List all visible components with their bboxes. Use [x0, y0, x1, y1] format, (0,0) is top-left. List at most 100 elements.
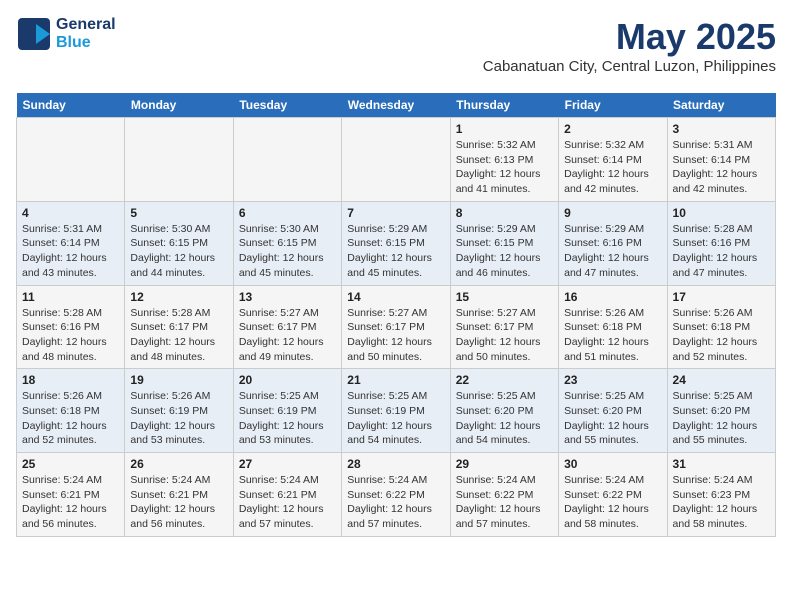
- day-cell: 12 Sunrise: 5:28 AM Sunset: 6:17 PM Dayli…: [125, 285, 233, 369]
- header-saturday: Saturday: [667, 93, 775, 118]
- day-cell: 24Sunrise: 5:25 AM Sunset: 6:20 PM Dayli…: [667, 369, 775, 453]
- day-number: 21: [347, 373, 444, 387]
- calendar-subtitle: Cabanatuan City, Central Luzon, Philippi…: [483, 58, 776, 75]
- day-info: Sunrise: 5:27 AM Sunset: 6:17 PM Dayligh…: [456, 306, 553, 365]
- day-number: 2: [564, 122, 661, 136]
- day-cell: 6 Sunrise: 5:30 AM Sunset: 6:15 PM Daylig…: [233, 201, 341, 285]
- day-number: 5: [130, 206, 227, 220]
- week-row-2: 4 Sunrise: 5:31 AM Sunset: 6:14 PM Daylig…: [17, 201, 776, 285]
- day-cell: 29 Sunrise: 5:24 AM Sunset: 6:22 PM Dayli…: [450, 453, 558, 537]
- day-info: Sunrise: 5:32 AM Sunset: 6:13 PM Dayligh…: [456, 138, 553, 197]
- day-info: Sunrise: 5:25 AM Sunset: 6:20 PM Dayligh…: [564, 389, 661, 448]
- day-cell: 4 Sunrise: 5:31 AM Sunset: 6:14 PM Daylig…: [17, 201, 125, 285]
- day-info: Sunrise: 5:26 AM Sunset: 6:18 PM Dayligh…: [673, 306, 770, 365]
- day-info: Sunrise: 5:26 AM Sunset: 6:19 PM Dayligh…: [130, 389, 227, 448]
- day-number: 11: [22, 290, 119, 304]
- day-info: Sunrise: 5:28 AM Sunset: 6:16 PM Dayligh…: [22, 306, 119, 365]
- day-cell: 1 Sunrise: 5:32 AM Sunset: 6:13 PM Daylig…: [450, 118, 558, 202]
- calendar-title: May 2025: [483, 16, 776, 58]
- day-info: Sunrise: 5:30 AM Sunset: 6:15 PM Dayligh…: [130, 222, 227, 281]
- day-number: 25: [22, 457, 119, 471]
- header-wednesday: Wednesday: [342, 93, 450, 118]
- day-info: Sunrise: 5:31 AM Sunset: 6:14 PM Dayligh…: [22, 222, 119, 281]
- day-info: Sunrise: 5:26 AM Sunset: 6:18 PM Dayligh…: [564, 306, 661, 365]
- logo: General Blue: [16, 16, 116, 52]
- day-number: 27: [239, 457, 336, 471]
- day-info: Sunrise: 5:25 AM Sunset: 6:19 PM Dayligh…: [239, 389, 336, 448]
- day-info: Sunrise: 5:24 AM Sunset: 6:22 PM Dayligh…: [564, 473, 661, 532]
- calendar-body: 1 Sunrise: 5:32 AM Sunset: 6:13 PM Daylig…: [17, 118, 776, 537]
- day-cell: 3Sunrise: 5:31 AM Sunset: 6:14 PM Daylig…: [667, 118, 775, 202]
- day-cell: [125, 118, 233, 202]
- day-number: 4: [22, 206, 119, 220]
- day-number: 13: [239, 290, 336, 304]
- day-cell: 18 Sunrise: 5:26 AM Sunset: 6:18 PM Dayli…: [17, 369, 125, 453]
- day-cell: 22Sunrise: 5:25 AM Sunset: 6:20 PM Dayli…: [450, 369, 558, 453]
- day-cell: [17, 118, 125, 202]
- day-number: 19: [130, 373, 227, 387]
- day-cell: 11 Sunrise: 5:28 AM Sunset: 6:16 PM Dayli…: [17, 285, 125, 369]
- day-cell: 10Sunrise: 5:28 AM Sunset: 6:16 PM Dayli…: [667, 201, 775, 285]
- day-cell: 19 Sunrise: 5:26 AM Sunset: 6:19 PM Dayli…: [125, 369, 233, 453]
- day-info: Sunrise: 5:28 AM Sunset: 6:16 PM Dayligh…: [673, 222, 770, 281]
- day-info: Sunrise: 5:24 AM Sunset: 6:21 PM Dayligh…: [22, 473, 119, 532]
- day-cell: 5 Sunrise: 5:30 AM Sunset: 6:15 PM Daylig…: [125, 201, 233, 285]
- day-cell: 7 Sunrise: 5:29 AM Sunset: 6:15 PM Daylig…: [342, 201, 450, 285]
- day-info: Sunrise: 5:28 AM Sunset: 6:17 PM Dayligh…: [130, 306, 227, 365]
- day-info: Sunrise: 5:24 AM Sunset: 6:22 PM Dayligh…: [456, 473, 553, 532]
- day-number: 8: [456, 206, 553, 220]
- week-row-3: 11 Sunrise: 5:28 AM Sunset: 6:16 PM Dayli…: [17, 285, 776, 369]
- day-cell: [342, 118, 450, 202]
- day-number: 7: [347, 206, 444, 220]
- day-number: 1: [456, 122, 553, 136]
- day-number: 22: [456, 373, 553, 387]
- day-cell: 27 Sunrise: 5:24 AM Sunset: 6:21 PM Dayli…: [233, 453, 341, 537]
- day-info: Sunrise: 5:24 AM Sunset: 6:22 PM Dayligh…: [347, 473, 444, 532]
- week-row-4: 18 Sunrise: 5:26 AM Sunset: 6:18 PM Dayli…: [17, 369, 776, 453]
- day-info: Sunrise: 5:30 AM Sunset: 6:15 PM Dayligh…: [239, 222, 336, 281]
- header-friday: Friday: [559, 93, 667, 118]
- day-cell: [233, 118, 341, 202]
- day-number: 23: [564, 373, 661, 387]
- day-number: 12: [130, 290, 227, 304]
- day-cell: 31Sunrise: 5:24 AM Sunset: 6:23 PM Dayli…: [667, 453, 775, 537]
- day-cell: 30 Sunrise: 5:24 AM Sunset: 6:22 PM Dayli…: [559, 453, 667, 537]
- day-cell: 26 Sunrise: 5:24 AM Sunset: 6:21 PM Dayli…: [125, 453, 233, 537]
- day-number: 31: [673, 457, 770, 471]
- week-row-5: 25 Sunrise: 5:24 AM Sunset: 6:21 PM Dayli…: [17, 453, 776, 537]
- day-info: Sunrise: 5:27 AM Sunset: 6:17 PM Dayligh…: [239, 306, 336, 365]
- day-cell: 25 Sunrise: 5:24 AM Sunset: 6:21 PM Dayli…: [17, 453, 125, 537]
- day-info: Sunrise: 5:26 AM Sunset: 6:18 PM Dayligh…: [22, 389, 119, 448]
- logo-icon: [16, 16, 52, 52]
- day-info: Sunrise: 5:24 AM Sunset: 6:21 PM Dayligh…: [130, 473, 227, 532]
- day-number: 26: [130, 457, 227, 471]
- header-sunday: Sunday: [17, 93, 125, 118]
- calendar-header: SundayMondayTuesdayWednesdayThursdayFrid…: [17, 93, 776, 118]
- day-info: Sunrise: 5:25 AM Sunset: 6:19 PM Dayligh…: [347, 389, 444, 448]
- day-number: 24: [673, 373, 770, 387]
- day-number: 18: [22, 373, 119, 387]
- day-number: 6: [239, 206, 336, 220]
- week-row-1: 1 Sunrise: 5:32 AM Sunset: 6:13 PM Daylig…: [17, 118, 776, 202]
- day-cell: 28Sunrise: 5:24 AM Sunset: 6:22 PM Dayli…: [342, 453, 450, 537]
- day-number: 30: [564, 457, 661, 471]
- day-cell: 16 Sunrise: 5:26 AM Sunset: 6:18 PM Dayli…: [559, 285, 667, 369]
- header-tuesday: Tuesday: [233, 93, 341, 118]
- day-number: 20: [239, 373, 336, 387]
- day-number: 29: [456, 457, 553, 471]
- day-info: Sunrise: 5:29 AM Sunset: 6:16 PM Dayligh…: [564, 222, 661, 281]
- day-info: Sunrise: 5:24 AM Sunset: 6:21 PM Dayligh…: [239, 473, 336, 532]
- day-cell: 20 Sunrise: 5:25 AM Sunset: 6:19 PM Dayli…: [233, 369, 341, 453]
- day-number: 16: [564, 290, 661, 304]
- day-cell: 15Sunrise: 5:27 AM Sunset: 6:17 PM Dayli…: [450, 285, 558, 369]
- header-thursday: Thursday: [450, 93, 558, 118]
- day-info: Sunrise: 5:29 AM Sunset: 6:15 PM Dayligh…: [347, 222, 444, 281]
- day-number: 9: [564, 206, 661, 220]
- day-cell: 17Sunrise: 5:26 AM Sunset: 6:18 PM Dayli…: [667, 285, 775, 369]
- day-cell: 13 Sunrise: 5:27 AM Sunset: 6:17 PM Dayli…: [233, 285, 341, 369]
- day-cell: 14Sunrise: 5:27 AM Sunset: 6:17 PM Dayli…: [342, 285, 450, 369]
- header-monday: Monday: [125, 93, 233, 118]
- day-info: Sunrise: 5:27 AM Sunset: 6:17 PM Dayligh…: [347, 306, 444, 365]
- day-cell: 21 Sunrise: 5:25 AM Sunset: 6:19 PM Dayli…: [342, 369, 450, 453]
- logo-line1: General: [56, 16, 116, 34]
